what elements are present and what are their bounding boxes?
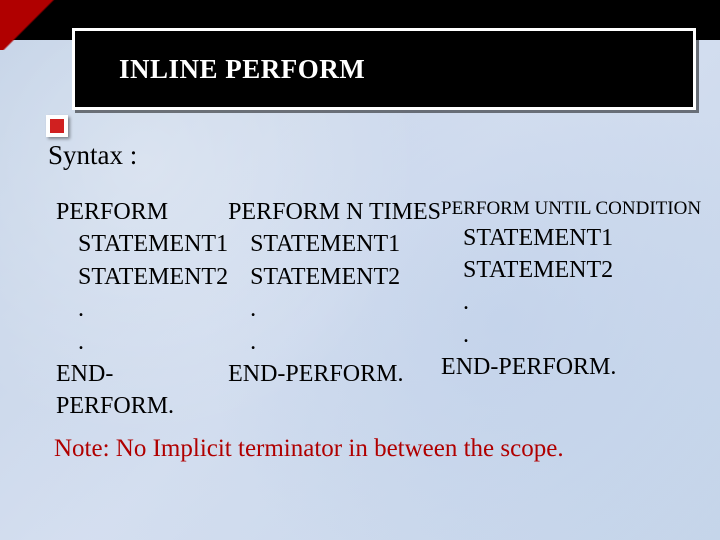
col-line: STATEMENT2: [441, 254, 701, 286]
note-text: Note: No Implicit terminator in between …: [54, 435, 564, 463]
col-line: .: [228, 326, 441, 358]
col-line: STATEMENT1: [228, 228, 441, 260]
syntax-column-2: PERFORM N TIMES STATEMENT1 STATEMENT2 . …: [228, 196, 441, 423]
col-line: .: [56, 293, 228, 325]
col-end: END-PERFORM.: [228, 358, 441, 390]
red-corner-accent: [0, 0, 70, 50]
col-line: STATEMENT2: [228, 261, 441, 293]
title-box: INLINE PERFORM: [72, 28, 696, 110]
col-line: .: [56, 326, 228, 358]
syntax-column-3: PERFORM UNTIL CONDITION STATEMENT1 STATE…: [441, 196, 701, 423]
syntax-column-1: PERFORM STATEMENT1 STATEMENT2 . . END-PE…: [56, 196, 228, 423]
col-end: END-PERFORM.: [441, 351, 701, 383]
col-line: .: [441, 286, 701, 318]
col-end: END-PERFORM.: [56, 358, 228, 423]
col-header: PERFORM: [56, 196, 228, 228]
slide-title: INLINE PERFORM: [119, 54, 365, 85]
col-line: STATEMENT1: [56, 228, 228, 260]
col-line: .: [441, 319, 701, 351]
syntax-label: Syntax :: [48, 140, 137, 171]
col-line: STATEMENT1: [441, 222, 701, 254]
col-header: PERFORM N TIMES: [228, 196, 441, 228]
bullet-square-icon: [46, 115, 68, 137]
col-line: STATEMENT2: [56, 261, 228, 293]
col-line: .: [228, 293, 441, 325]
col-header: PERFORM UNTIL CONDITION: [441, 196, 701, 222]
syntax-columns: PERFORM STATEMENT1 STATEMENT2 . . END-PE…: [56, 196, 700, 423]
